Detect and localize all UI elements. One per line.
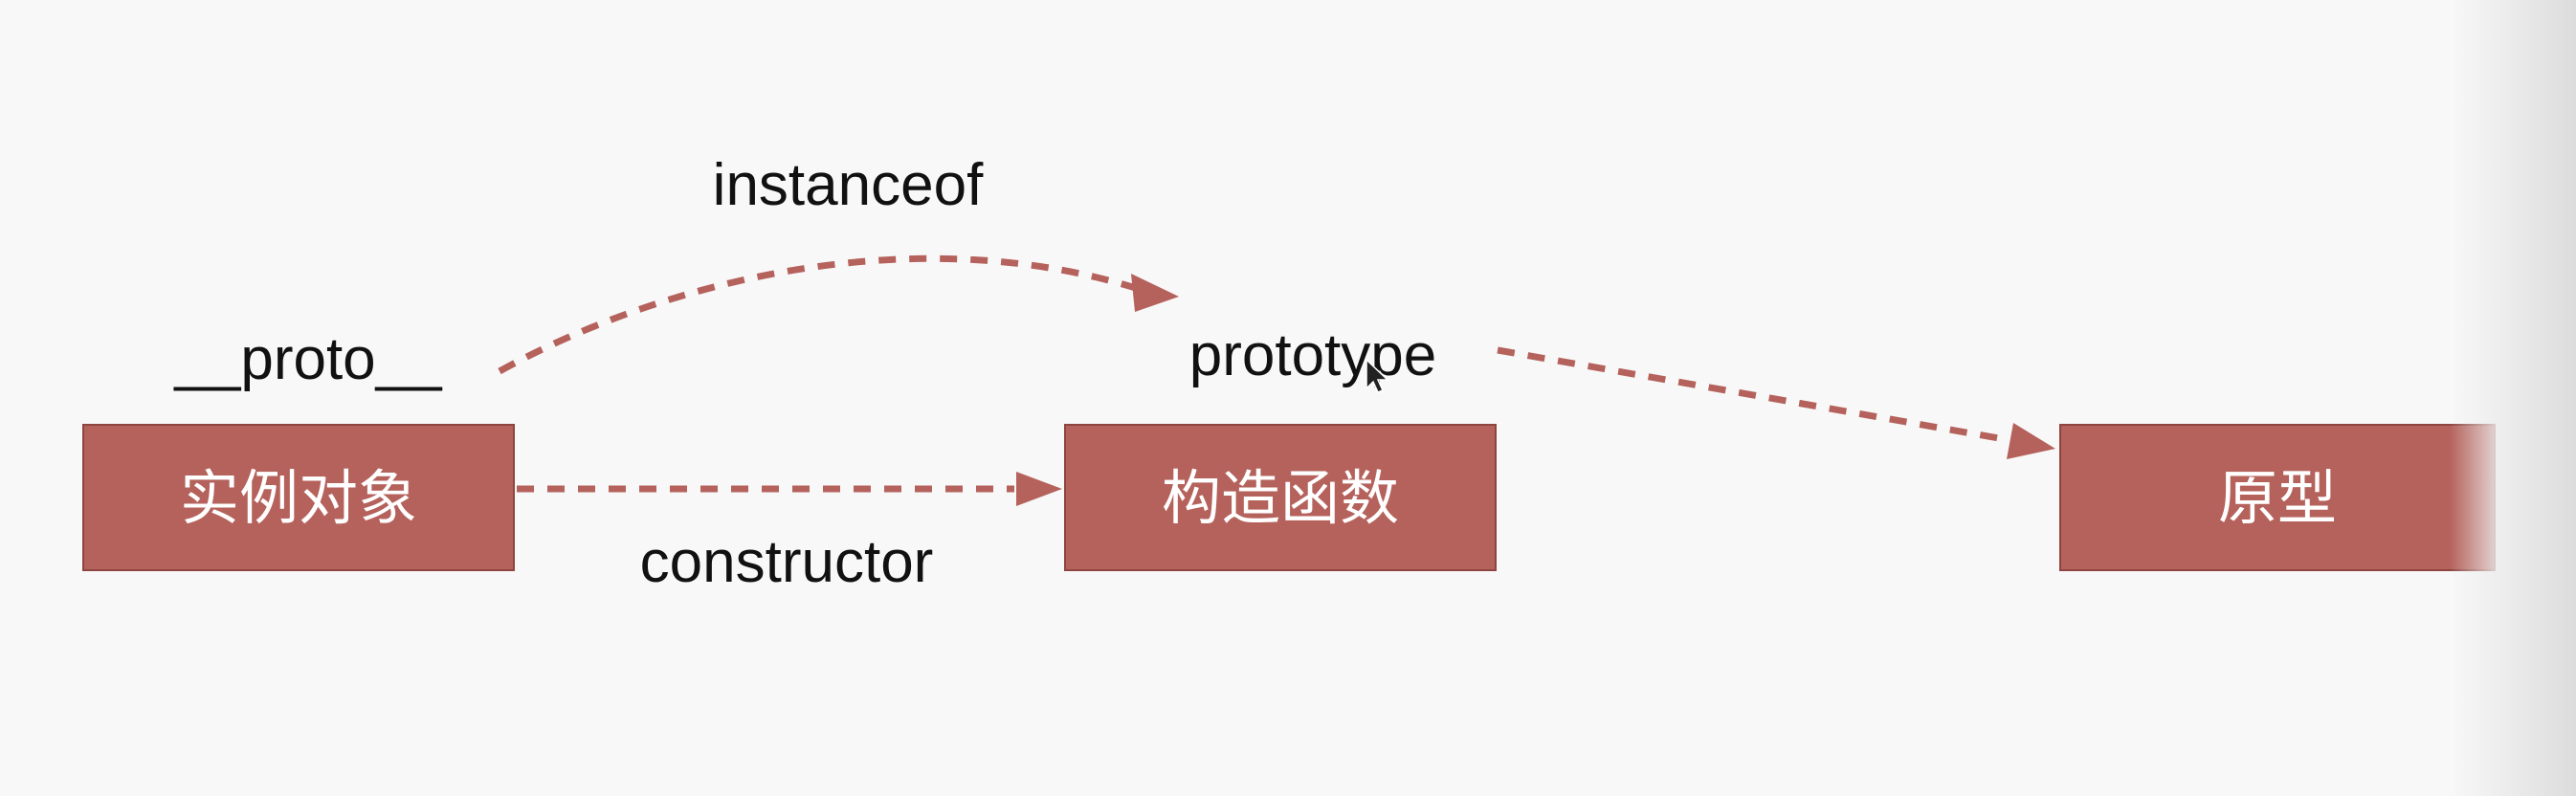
node-prototype-obj-label: 原型 (2218, 463, 2337, 533)
node-prototype-obj[interactable]: 原型 (2059, 424, 2496, 571)
edge-prototype-arrowhead (2007, 423, 2055, 459)
node-instance[interactable]: 实例对象 (82, 424, 515, 571)
edge-instanceof-curve (498, 254, 1141, 375)
edge-prototype-line (1497, 346, 2010, 444)
label-prototype: prototype (1189, 322, 1437, 388)
node-constructor-fn[interactable]: 构造函数 (1064, 424, 1497, 571)
label-instanceof: instanceof (713, 152, 984, 218)
diagram-canvas: 实例对象 构造函数 原型 instanceof __proto__ constr… (0, 0, 2576, 796)
right-edge-shadow (2450, 0, 2576, 796)
node-instance-label: 实例对象 (180, 463, 417, 533)
node-constructor-fn-label: 构造函数 (1162, 463, 1399, 533)
edge-instanceof-arrowhead (1131, 274, 1179, 312)
prototype-chain-diagram: 实例对象 构造函数 原型 instanceof __proto__ constr… (82, 152, 2496, 595)
label-proto: __proto__ (173, 326, 443, 392)
edge-constructor-arrowhead (1016, 472, 1062, 506)
label-constructor: constructor (640, 529, 934, 595)
